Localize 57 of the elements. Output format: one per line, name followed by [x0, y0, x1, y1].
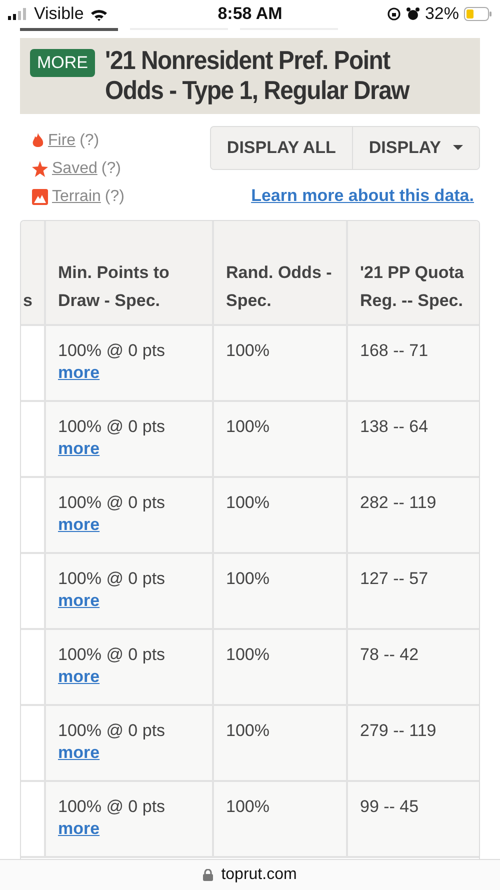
table-cell: 138 -- 64 — [360, 416, 428, 436]
caret-icon — [453, 144, 463, 151]
flame-icon — [32, 132, 44, 149]
more-badge[interactable]: MORE — [30, 49, 95, 77]
table-cell: 78 -- 42 — [360, 644, 419, 664]
more-link[interactable]: more — [58, 818, 100, 838]
carrier-name: Visible — [34, 4, 84, 24]
learn-more-link[interactable]: Learn more about this data. — [251, 186, 474, 206]
alarm-icon — [406, 7, 420, 21]
table-cell-text: 100% @ 0 pts — [58, 644, 166, 666]
legend-link[interactable]: Terrain — [52, 188, 101, 206]
column-header: Rand. Odds - Spec. — [213, 220, 347, 325]
more-link[interactable]: more — [58, 438, 100, 458]
table-cell: 100% — [226, 644, 270, 664]
table-cell-text: 100% @ 0 pts — [58, 416, 166, 438]
table-cell: 100% — [226, 720, 270, 740]
mountain-icon — [32, 188, 48, 205]
help-mark[interactable]: (?) — [80, 132, 100, 150]
more-link[interactable]: more — [58, 666, 100, 686]
table-cell-text: 100% @ 0 pts — [58, 340, 166, 362]
table-cell: 100% — [226, 492, 270, 512]
table-cell-text: 100% @ 0 pts — [58, 492, 166, 514]
rotation-lock-icon — [386, 7, 401, 21]
table-cell: 168 -- 71 — [360, 340, 428, 360]
table-cell: 127 -- 57 — [360, 568, 428, 588]
domain-text[interactable]: toprut.com — [221, 866, 297, 884]
battery-icon — [464, 7, 492, 21]
table-cell: 100% — [226, 796, 270, 816]
legend-link[interactable]: Saved — [52, 160, 98, 178]
column-header: Min. Points to Draw - Spec. — [45, 220, 213, 325]
table-cell-text: 100% @ 0 pts — [58, 796, 166, 818]
more-link[interactable]: more — [58, 590, 100, 610]
battery-percent: 32% — [424, 4, 459, 24]
help-mark[interactable]: (?) — [101, 160, 121, 178]
table-cell-text: 100% @ 0 pts — [58, 720, 166, 742]
table-cell: 282 -- 119 — [360, 492, 436, 512]
table-cell: 99 -- 45 — [360, 796, 419, 816]
table-cell: 279 -- 119 — [360, 720, 436, 740]
wifi-icon — [90, 8, 108, 20]
more-link[interactable]: more — [58, 362, 100, 382]
help-mark[interactable]: (?) — [104, 188, 124, 206]
more-link[interactable]: more — [58, 514, 100, 534]
table-cell: 100% — [226, 416, 270, 436]
column-header: s — [21, 220, 45, 325]
table-cell: 100% — [226, 568, 270, 588]
more-link[interactable]: more — [58, 742, 100, 762]
signal-icon — [8, 8, 28, 20]
star-icon — [32, 160, 48, 177]
column-header: '21 PP Quota Reg. -- Spec. — [347, 220, 479, 325]
clock-time: 8:58 AM — [218, 4, 282, 24]
tab-indicator[interactable] — [20, 28, 118, 31]
table-cell: 100% — [226, 340, 270, 360]
display-dropdown[interactable]: DISPLAY — [352, 126, 479, 169]
legend-link[interactable]: Fire — [48, 132, 76, 150]
table-cell-text: 100% @ 0 pts — [58, 568, 166, 590]
page-title: '21 Nonresident Pref. Point Odds - Type 1, Regular Draw — [105, 46, 411, 106]
lock-icon — [203, 869, 214, 881]
